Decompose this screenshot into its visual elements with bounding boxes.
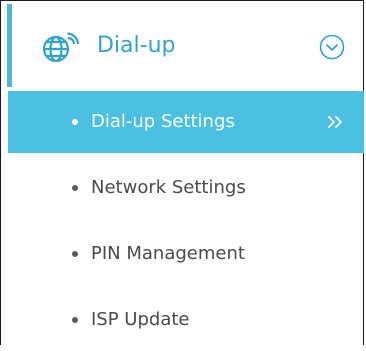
menu-item-label: Network Settings: [91, 177, 246, 198]
bullet-icon: [72, 119, 78, 125]
globe-wifi-icon: [42, 32, 79, 63]
bullet-icon: [72, 185, 78, 191]
menu-item-network-settings[interactable]: Network Settings: [8, 157, 364, 219]
menu-section-label: Dial-up: [97, 33, 176, 58]
menu-item-label: ISP Update: [91, 309, 190, 330]
double-chevron-right-icon: [328, 116, 342, 128]
menu-item-dialup-settings[interactable]: Dial-up Settings: [8, 91, 364, 153]
sidebar-menu: Dial-up Dial-up Settings Network Setting…: [0, 0, 364, 345]
bullet-icon: [72, 251, 78, 257]
menu-item-pin-management[interactable]: PIN Management: [8, 223, 364, 285]
active-section-indicator: [7, 4, 12, 87]
menu-item-isp-update[interactable]: ISP Update: [8, 289, 364, 351]
chevron-down-circle-icon[interactable]: [319, 34, 345, 60]
menu-item-label: PIN Management: [91, 243, 245, 264]
bullet-icon: [72, 317, 78, 323]
menu-item-label: Dial-up Settings: [91, 111, 235, 132]
menu-section-dialup[interactable]: Dial-up: [1, 1, 363, 90]
